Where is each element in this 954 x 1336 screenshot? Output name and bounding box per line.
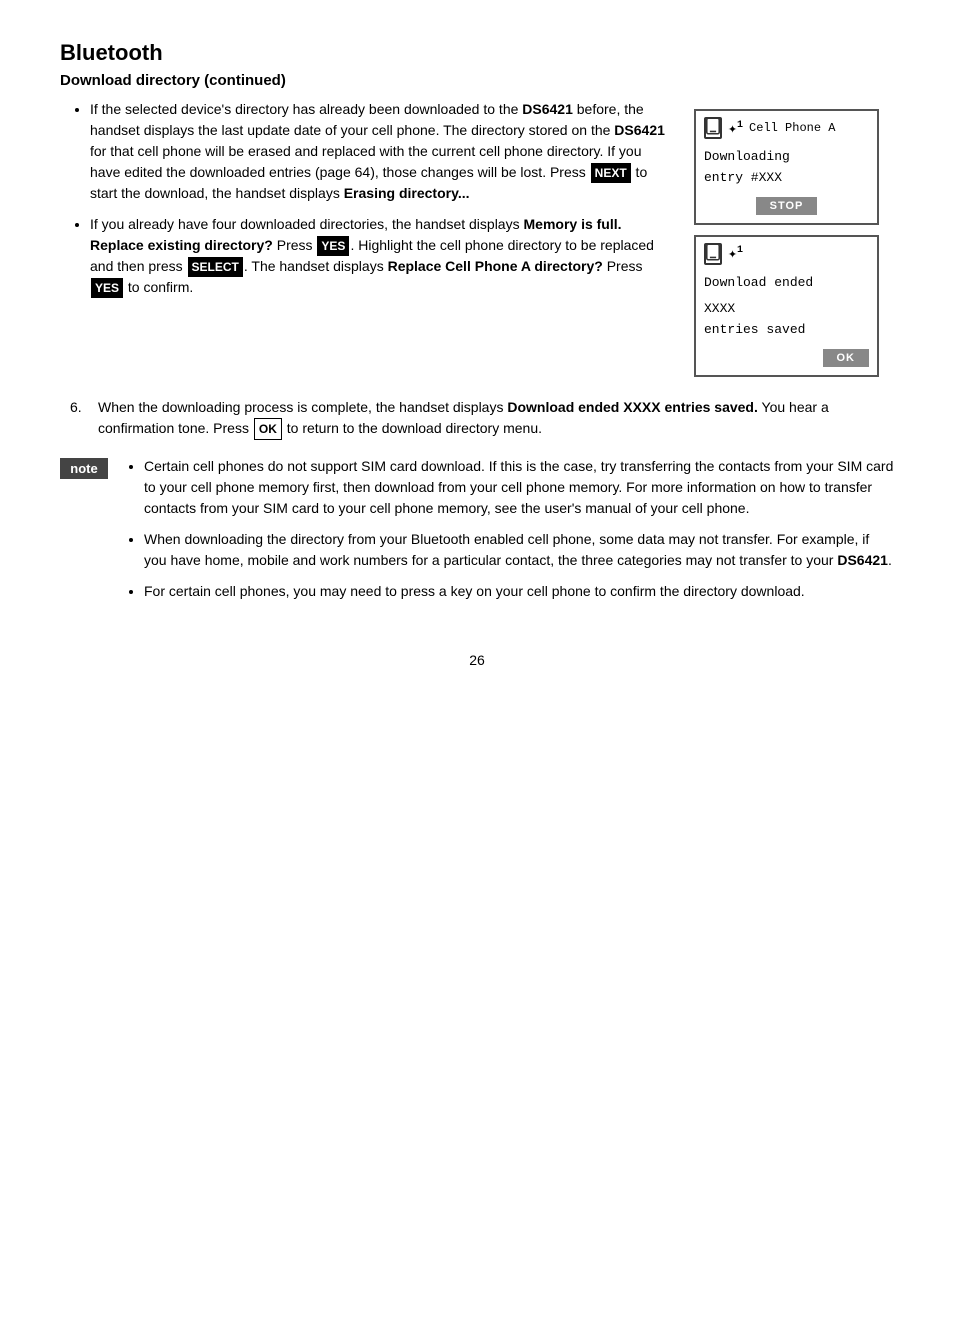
screen2-btn-row: OK <box>696 345 877 375</box>
stop-button: STOP <box>756 197 818 215</box>
screen2-line2: XXXX <box>704 299 869 320</box>
device-screens: ✦1 Cell Phone A Downloading entry #XXX S… <box>694 109 894 377</box>
text-column: If the selected device's directory has a… <box>60 99 674 377</box>
note-label: note <box>60 458 108 479</box>
select-key: SELECT <box>188 257 243 277</box>
screen1-header: ✦1 Cell Phone A <box>696 111 877 143</box>
screen2-header: ✦1 <box>696 237 877 269</box>
note-section: note Certain cell phones do not support … <box>60 456 894 612</box>
screen1-header-line: Cell Phone A <box>749 121 835 135</box>
content-area: If the selected device's directory has a… <box>60 99 894 377</box>
item-number: 6. <box>70 397 90 440</box>
bullet-item-2: If you already have four downloaded dire… <box>90 214 674 298</box>
next-key: NEXT <box>591 163 631 183</box>
note-item-1: Certain cell phones do not support SIM c… <box>144 456 894 519</box>
screen1-line2: entry #XXX <box>704 168 869 189</box>
page-number: 26 <box>60 652 894 668</box>
bt-icon-1: ✦1 <box>728 119 743 138</box>
screen2-line3: entries saved <box>704 320 869 341</box>
ok-button: OK <box>823 349 870 367</box>
page-title: Bluetooth <box>60 40 894 66</box>
yes-key-2: YES <box>91 278 123 298</box>
note-list: Certain cell phones do not support SIM c… <box>124 456 894 602</box>
screen2-body: Download ended XXXX entries saved <box>696 269 877 345</box>
screen-download-ended: ✦1 Download ended XXXX entries saved OK <box>694 235 879 377</box>
bullet-item-1: If the selected device's directory has a… <box>90 99 674 204</box>
screen1-btn-row: STOP <box>696 193 877 223</box>
screen1-body: Downloading entry #XXX <box>696 143 877 193</box>
screen2-line1: Download ended <box>704 273 869 294</box>
phone-icon-2 <box>704 243 722 265</box>
ok-key: OK <box>254 418 282 440</box>
note-item-3: For certain cell phones, you may need to… <box>144 581 894 602</box>
section-title: Download directory (continued) <box>60 72 894 89</box>
screen-downloading: ✦1 Cell Phone A Downloading entry #XXX S… <box>694 109 879 225</box>
phone-icon-1 <box>704 117 722 139</box>
bt-icon-2: ✦1 <box>728 244 743 263</box>
numbered-item-6: 6. When the downloading process is compl… <box>60 397 894 440</box>
bullet-list: If the selected device's directory has a… <box>60 99 674 298</box>
item-6-text: When the downloading process is complete… <box>98 397 894 440</box>
yes-key-1: YES <box>317 236 349 256</box>
note-item-2: When downloading the directory from your… <box>144 529 894 571</box>
screen1-line1: Downloading <box>704 147 869 168</box>
note-content: Certain cell phones do not support SIM c… <box>124 456 894 612</box>
